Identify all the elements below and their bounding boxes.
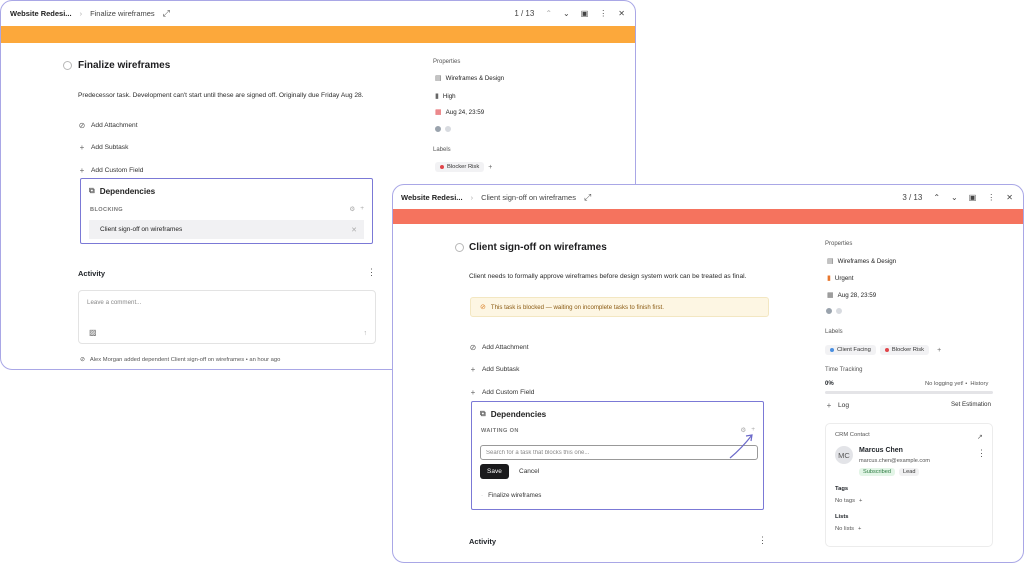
labels-list: Blocker Risk + bbox=[435, 162, 492, 172]
labels-title: Labels bbox=[433, 147, 451, 153]
add-subtask-button[interactable]: + Add Subtask bbox=[78, 143, 129, 152]
signal-icon: ▮ bbox=[435, 93, 439, 100]
link-icon: ⊘ bbox=[80, 357, 85, 363]
image-icon[interactable]: ▣ bbox=[969, 193, 977, 202]
dependencies-tools: ⚙ + bbox=[349, 205, 364, 213]
more-icon[interactable]: ⋮ bbox=[599, 9, 607, 18]
settings-icon[interactable]: ⚙ bbox=[349, 205, 355, 213]
add-attachment-label: Add Attachment bbox=[91, 122, 138, 129]
task-description[interactable]: Predecessor task. Development can't star… bbox=[78, 92, 364, 99]
image-icon[interactable]: ▣ bbox=[581, 9, 589, 18]
add-attachment-button[interactable]: ⊘ Add Attachment bbox=[78, 121, 138, 130]
image-icon[interactable]: ▨ bbox=[89, 328, 97, 337]
add-dependency-icon[interactable]: + bbox=[360, 205, 364, 213]
add-assignee-icon[interactable] bbox=[444, 125, 452, 133]
task-window-front: Website Redesi... › Client sign-off on w… bbox=[392, 184, 1024, 563]
property-due-value: Aug 24, 23:59 bbox=[445, 108, 485, 116]
task-title[interactable]: Finalize wireframes bbox=[78, 60, 170, 71]
breadcrumb-project[interactable]: Website Redesi... bbox=[10, 9, 72, 18]
chevron-up-icon[interactable]: ⌃ bbox=[933, 193, 940, 202]
label-text: Blocker Risk bbox=[447, 164, 480, 170]
add-custom-field-label: Add Custom Field bbox=[91, 167, 144, 174]
property-project-value: Wireframes & Design bbox=[445, 74, 505, 82]
activity-title: Activity bbox=[78, 269, 106, 278]
cover-banner bbox=[393, 209, 1023, 224]
window-header: Website Redesi... › Finalize wireframes … bbox=[1, 1, 635, 25]
property-project[interactable]: ▤ Wireframes & Design bbox=[435, 74, 505, 83]
activity-log-entry: ⊘ Alex Morgan added dependent Client sig… bbox=[80, 357, 280, 363]
dependencies-title: Dependencies bbox=[99, 186, 156, 196]
plus-icon: + bbox=[79, 166, 85, 175]
close-icon[interactable]: ✕ bbox=[618, 9, 625, 18]
activity-more-icon[interactable]: ⋮ bbox=[367, 267, 376, 278]
calendar-icon: ▦ bbox=[435, 109, 442, 116]
chevron-right-icon: › bbox=[470, 192, 474, 202]
paperclip-icon: ⊘ bbox=[78, 121, 86, 130]
pager-count: 1 / 13 bbox=[514, 8, 535, 18]
breadcrumb-task: Finalize wireframes bbox=[90, 8, 155, 18]
add-label-icon[interactable]: + bbox=[488, 164, 492, 171]
plus-icon: + bbox=[79, 143, 85, 152]
chevron-up-icon[interactable]: ⌃ bbox=[545, 9, 552, 18]
add-custom-field-button[interactable]: + Add Custom Field bbox=[78, 166, 144, 175]
send-icon[interactable]: ↑ bbox=[364, 330, 368, 337]
dependencies-section-label: BLOCKING bbox=[90, 207, 124, 213]
dependency-row-label: Client sign-off on wireframes bbox=[100, 226, 183, 233]
chevron-down-icon[interactable]: ⌄ bbox=[563, 9, 570, 18]
dependencies-panel: ⧉ Dependencies BLOCKING ⚙ + Client sign-… bbox=[80, 178, 373, 244]
property-priority[interactable]: ▮ High bbox=[435, 92, 456, 101]
folder-icon: ▤ bbox=[435, 75, 442, 82]
activity-log-text: Alex Morgan added dependent Client sign-… bbox=[89, 357, 281, 363]
label-chip[interactable]: Blocker Risk bbox=[435, 162, 485, 172]
cover-banner bbox=[1, 26, 635, 43]
more-icon[interactable]: ⋮ bbox=[987, 193, 995, 202]
label-dot bbox=[440, 165, 444, 169]
properties-title: Properties bbox=[433, 59, 461, 65]
chevron-down-icon[interactable]: ⌄ bbox=[951, 193, 958, 202]
task-complete-checkbox[interactable] bbox=[63, 61, 72, 70]
expand-icon[interactable]: ⤢ bbox=[163, 8, 170, 19]
comment-box[interactable]: Leave a comment... ▨ ↑ bbox=[78, 290, 376, 344]
window-header: Website Redesi... › Client sign-off on w… bbox=[393, 185, 1023, 209]
remove-icon[interactable]: ✕ bbox=[351, 226, 357, 234]
property-priority-value: High bbox=[442, 92, 456, 100]
chevron-right-icon: › bbox=[79, 8, 83, 18]
link-icon: ⧉ bbox=[89, 186, 95, 195]
close-icon[interactable]: ✕ bbox=[1006, 193, 1013, 202]
assignees[interactable] bbox=[434, 125, 452, 133]
dependencies-header: ⧉ Dependencies bbox=[89, 186, 155, 196]
comment-placeholder: Leave a comment... bbox=[87, 299, 142, 306]
expand-icon[interactable]: ⤢ bbox=[584, 192, 591, 203]
avatar bbox=[434, 125, 442, 133]
dependency-row[interactable]: Client sign-off on wireframes ✕ bbox=[89, 220, 364, 239]
breadcrumb-project[interactable]: Website Redesi... bbox=[401, 193, 463, 202]
property-due-date[interactable]: ▦ Aug 24, 23:59 bbox=[435, 108, 485, 117]
add-subtask-label: Add Subtask bbox=[91, 144, 129, 151]
pager-count: 3 / 13 bbox=[902, 192, 923, 202]
breadcrumb-task: Client sign-off on wireframes bbox=[481, 192, 576, 202]
